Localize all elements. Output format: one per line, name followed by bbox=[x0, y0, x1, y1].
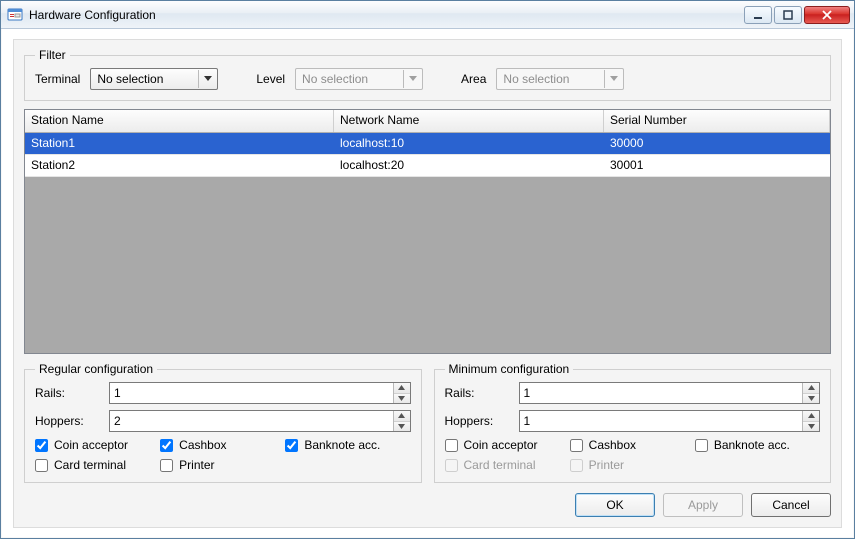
column-network-name[interactable]: Network Name bbox=[334, 110, 604, 132]
spin-down-icon[interactable] bbox=[394, 422, 410, 432]
terminal-select-value: No selection bbox=[97, 72, 163, 86]
regular-rails-value[interactable] bbox=[110, 383, 393, 403]
table-row[interactable]: Station1localhost:1030000 bbox=[25, 133, 830, 155]
minimum-config-legend: Minimum configuration bbox=[445, 362, 574, 376]
minimum-card-terminal-checkbox: Card terminal bbox=[445, 458, 570, 472]
column-serial-number[interactable]: Serial Number bbox=[604, 110, 830, 132]
regular-config-legend: Regular configuration bbox=[35, 362, 157, 376]
spin-up-icon[interactable] bbox=[394, 383, 410, 394]
cell-serial-number: 30001 bbox=[604, 155, 830, 176]
chevron-down-icon bbox=[403, 70, 421, 88]
client-area: Filter Terminal No selection Level No se… bbox=[1, 29, 854, 538]
minimum-coin-acceptor-checkbox[interactable]: Coin acceptor bbox=[445, 438, 570, 452]
chevron-down-icon bbox=[198, 70, 216, 88]
level-label: Level bbox=[256, 72, 285, 86]
minimize-button[interactable] bbox=[744, 6, 772, 24]
minimum-config-group: Minimum configuration Rails: Hoppers: bbox=[434, 362, 832, 483]
regular-rails-input[interactable] bbox=[109, 382, 411, 404]
regular-config-group: Regular configuration Rails: Hoppers: bbox=[24, 362, 422, 483]
stations-table[interactable]: Station Name Network Name Serial Number … bbox=[24, 109, 831, 354]
level-select-value: No selection bbox=[302, 72, 368, 86]
regular-printer-checkbox[interactable]: Printer bbox=[160, 458, 285, 472]
app-icon bbox=[7, 7, 23, 23]
spin-up-icon[interactable] bbox=[394, 411, 410, 422]
regular-banknote-checkbox[interactable]: Banknote acc. bbox=[285, 438, 410, 452]
spin-up-icon[interactable] bbox=[803, 411, 819, 422]
filter-legend: Filter bbox=[35, 48, 70, 62]
minimum-printer-checkbox: Printer bbox=[570, 458, 695, 472]
cancel-button[interactable]: Cancel bbox=[751, 493, 831, 517]
regular-cashbox-checkbox[interactable]: Cashbox bbox=[160, 438, 285, 452]
regular-hoppers-value[interactable] bbox=[110, 411, 393, 431]
terminal-select[interactable]: No selection bbox=[90, 68, 218, 90]
minimum-hoppers-label: Hoppers: bbox=[445, 414, 519, 428]
area-select: No selection bbox=[496, 68, 624, 90]
filter-group: Filter Terminal No selection Level No se… bbox=[24, 48, 831, 101]
regular-coin-acceptor-checkbox[interactable]: Coin acceptor bbox=[35, 438, 160, 452]
close-button[interactable] bbox=[804, 6, 850, 24]
area-label: Area bbox=[461, 72, 486, 86]
regular-hoppers-input[interactable] bbox=[109, 410, 411, 432]
window-title: Hardware Configuration bbox=[29, 8, 744, 22]
cell-station-name: Station2 bbox=[25, 155, 334, 176]
cell-station-name: Station1 bbox=[25, 133, 334, 154]
inner-panel: Filter Terminal No selection Level No se… bbox=[13, 39, 842, 528]
minimum-banknote-checkbox[interactable]: Banknote acc. bbox=[695, 438, 820, 452]
table-header: Station Name Network Name Serial Number bbox=[25, 110, 830, 133]
cell-serial-number: 30000 bbox=[604, 133, 830, 154]
spin-down-icon[interactable] bbox=[803, 394, 819, 404]
column-station-name[interactable]: Station Name bbox=[25, 110, 334, 132]
terminal-label: Terminal bbox=[35, 72, 80, 86]
cell-network-name: localhost:20 bbox=[334, 155, 604, 176]
regular-rails-label: Rails: bbox=[35, 386, 109, 400]
minimum-rails-value[interactable] bbox=[520, 383, 803, 403]
minimum-hoppers-input[interactable] bbox=[519, 410, 821, 432]
minimum-rails-label: Rails: bbox=[445, 386, 519, 400]
chevron-down-icon bbox=[604, 70, 622, 88]
dialog-footer: OK Apply Cancel bbox=[24, 483, 831, 517]
table-body: Station1localhost:1030000Station2localho… bbox=[25, 133, 830, 353]
spin-down-icon[interactable] bbox=[394, 394, 410, 404]
minimum-rails-input[interactable] bbox=[519, 382, 821, 404]
table-row[interactable]: Station2localhost:2030001 bbox=[25, 155, 830, 177]
apply-button[interactable]: Apply bbox=[663, 493, 743, 517]
minimum-hoppers-value[interactable] bbox=[520, 411, 803, 431]
area-select-value: No selection bbox=[503, 72, 569, 86]
titlebar[interactable]: Hardware Configuration bbox=[1, 1, 854, 29]
regular-hoppers-label: Hoppers: bbox=[35, 414, 109, 428]
regular-card-terminal-checkbox[interactable]: Card terminal bbox=[35, 458, 160, 472]
cell-network-name: localhost:10 bbox=[334, 133, 604, 154]
ok-button[interactable]: OK bbox=[575, 493, 655, 517]
spin-down-icon[interactable] bbox=[803, 422, 819, 432]
minimum-cashbox-checkbox[interactable]: Cashbox bbox=[570, 438, 695, 452]
window-frame: Hardware Configuration Filter Terminal N… bbox=[0, 0, 855, 539]
maximize-button[interactable] bbox=[774, 6, 802, 24]
level-select: No selection bbox=[295, 68, 423, 90]
spin-up-icon[interactable] bbox=[803, 383, 819, 394]
